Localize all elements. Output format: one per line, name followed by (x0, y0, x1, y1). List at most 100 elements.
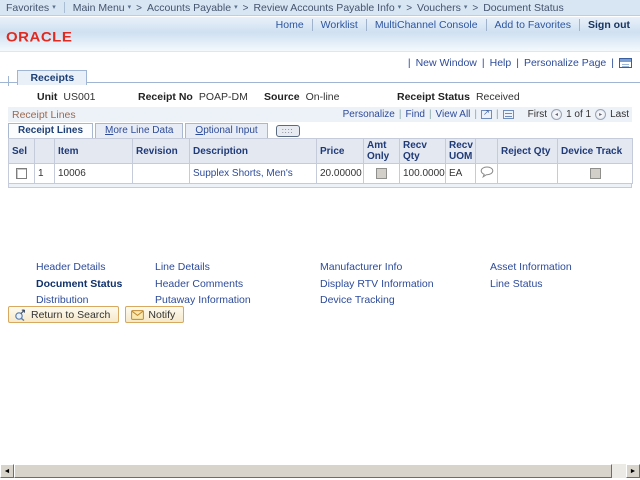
link-empty (490, 294, 572, 311)
breadcrumb-main-menu[interactable]: Main Menu ▾ (73, 2, 131, 14)
nav-worklist[interactable]: Worklist (313, 19, 367, 31)
breadcrumb-document-status[interactable]: Document Status (483, 2, 564, 14)
grid-title: Receipt Lines (12, 108, 76, 121)
unit-field: Unit US001 (37, 91, 96, 103)
related-links: Header Details Line Details Manufacturer… (36, 261, 572, 311)
next-row-icon[interactable]: ▸ (595, 109, 607, 120)
link-header-details[interactable]: Header Details (36, 261, 155, 278)
zoom-popup-icon[interactable] (481, 108, 492, 119)
recv-qty-cell: 100.0000 (399, 163, 446, 184)
description-link[interactable]: Supplex Shorts, Men's (193, 168, 293, 179)
page-tabbar: Receipts (0, 68, 640, 86)
link-line-status[interactable]: Line Status (490, 278, 572, 295)
breadcrumb-accounts-payable[interactable]: Accounts Payable ▾ (147, 2, 238, 14)
breadcrumb-separator (406, 2, 412, 14)
receipt-lines-table: Sel Item Revision Description Price Amt … (8, 138, 633, 184)
row-counter: 1 of 1 (566, 109, 592, 120)
breadcrumb-vouchers[interactable]: Vouchers ▾ (417, 2, 467, 14)
chevron-down-icon: ▾ (463, 4, 468, 11)
tab-optional-input[interactable]: Optional Input (185, 123, 268, 138)
oracle-logo: ORACLE (6, 29, 73, 46)
breadcrumb-favorites[interactable]: Favorites ▾ (6, 2, 56, 14)
previous-row-icon[interactable]: ◂ (551, 109, 563, 120)
col-recv-qty: Recv Qty (399, 138, 446, 164)
reject-qty-cell (497, 163, 558, 184)
link-asset-information[interactable]: Asset Information (490, 261, 572, 278)
tab-tick (8, 76, 9, 86)
grid-controls: Personalize | Find | View All | | First … (343, 108, 629, 120)
nav-add-to-favorites[interactable]: Add to Favorites (487, 19, 580, 31)
tab-more-line-data[interactable]: More Line Data (95, 123, 184, 138)
sign-out-link[interactable]: Sign out (580, 19, 632, 31)
return-to-search-button[interactable]: Return to Search (8, 306, 120, 323)
table-header-row: Sel Item Revision Description Price Amt … (8, 138, 633, 164)
col-amt-only: Amt Only (363, 138, 400, 164)
receipt-no-field: Receipt No POAP-DM (138, 91, 248, 103)
return-search-icon (15, 309, 26, 321)
scroll-left-icon[interactable]: ◄ (0, 464, 14, 478)
device-track-checkbox (589, 167, 601, 179)
col-item: Item (54, 138, 133, 164)
source-value: On-line (305, 91, 340, 103)
chevron-down-icon: ▾ (234, 4, 238, 11)
unit-value: US001 (63, 91, 96, 103)
chevron-down-icon: ▾ (52, 4, 56, 11)
first-link[interactable]: First (528, 109, 547, 120)
horizontal-scrollbar: ◄ ► (0, 464, 640, 478)
personalize-link[interactable]: Personalize (343, 109, 395, 120)
revision-cell (132, 163, 190, 184)
scroll-right-icon[interactable]: ► (626, 464, 640, 478)
find-link[interactable]: Find (405, 109, 424, 120)
breadcrumb-label: Favorites (6, 1, 50, 14)
recv-uom-cell: EA (445, 163, 476, 184)
header-banner: Home Worklist MultiChannel Console Add t… (0, 17, 640, 52)
row-number-cell: 1 (34, 163, 55, 184)
chevron-down-icon: ▾ (397, 4, 402, 11)
receipt-summary: Unit US001 Receipt No POAP-DM Source On-lin… (0, 91, 640, 105)
show-all-columns-icon[interactable]: :::: (275, 125, 300, 137)
application-window: Favorites ▾ Main Menu ▾ Accounts Payable… (0, 0, 640, 480)
scrollbar-thumb[interactable] (14, 464, 612, 478)
amt-only-checkbox (376, 167, 387, 179)
link-device-tracking[interactable]: Device Tracking (320, 294, 490, 311)
grid-footer-pad (8, 184, 632, 188)
col-comments (475, 138, 498, 164)
col-description: Description (189, 138, 317, 164)
col-device-track: Device Track (557, 138, 633, 164)
copy-url-icon[interactable] (619, 58, 632, 68)
link-manufacturer-info[interactable]: Manufacturer Info (320, 261, 490, 278)
col-reject-qty: Reject Qty (497, 138, 558, 164)
link-document-status[interactable]: Document Status (36, 278, 155, 295)
view-all-link[interactable]: View All (436, 109, 471, 120)
breadcrumb-separator (243, 2, 249, 14)
col-recv-uom: Recv UOM (445, 138, 476, 164)
breadcrumb-review-ap-info[interactable]: Review Accounts Payable Info ▾ (253, 2, 401, 14)
table-row: 1 10006 Supplex Shorts, Men's 20.00000 1… (8, 163, 633, 184)
receipt-status-field: Receipt Status Received (397, 91, 520, 103)
col-sel: Sel (8, 138, 35, 164)
link-header-comments[interactable]: Header Comments (155, 278, 320, 295)
select-checkbox[interactable] (16, 167, 27, 179)
nav-multichannel-console[interactable]: MultiChannel Console (367, 19, 487, 31)
tab-receipt-lines[interactable]: Receipt Lines (8, 123, 94, 138)
page-toolbar: Return to Search Notify (8, 306, 185, 323)
comments-bubble-icon[interactable] (480, 166, 494, 179)
col-rownum (34, 138, 55, 164)
tab-receipts[interactable]: Receipts (17, 70, 88, 85)
link-display-rtv-information[interactable]: Display RTV Information (320, 278, 490, 295)
breadcrumb-separator (472, 2, 478, 14)
chevron-down-icon: ▾ (127, 4, 132, 11)
receipt-lines-grid: Receipt Lines Personalize | Find | View … (8, 107, 633, 188)
receipt-status-value: Received (475, 91, 520, 103)
link-line-details[interactable]: Line Details (155, 261, 320, 278)
utility-nav: Home Worklist MultiChannel Console Add t… (268, 19, 632, 31)
receipt-no-value: POAP-DM (198, 91, 248, 103)
last-link[interactable]: Last (610, 109, 629, 120)
notify-envelope-icon (131, 309, 145, 320)
col-revision: Revision (132, 138, 190, 164)
notify-button[interactable]: Notify (125, 306, 185, 323)
nav-home[interactable]: Home (268, 19, 313, 31)
item-cell: 10006 (54, 163, 133, 184)
grid-tabbar: Receipt Lines More Line Data Optional In… (8, 122, 632, 138)
download-grid-icon[interactable] (502, 110, 514, 119)
